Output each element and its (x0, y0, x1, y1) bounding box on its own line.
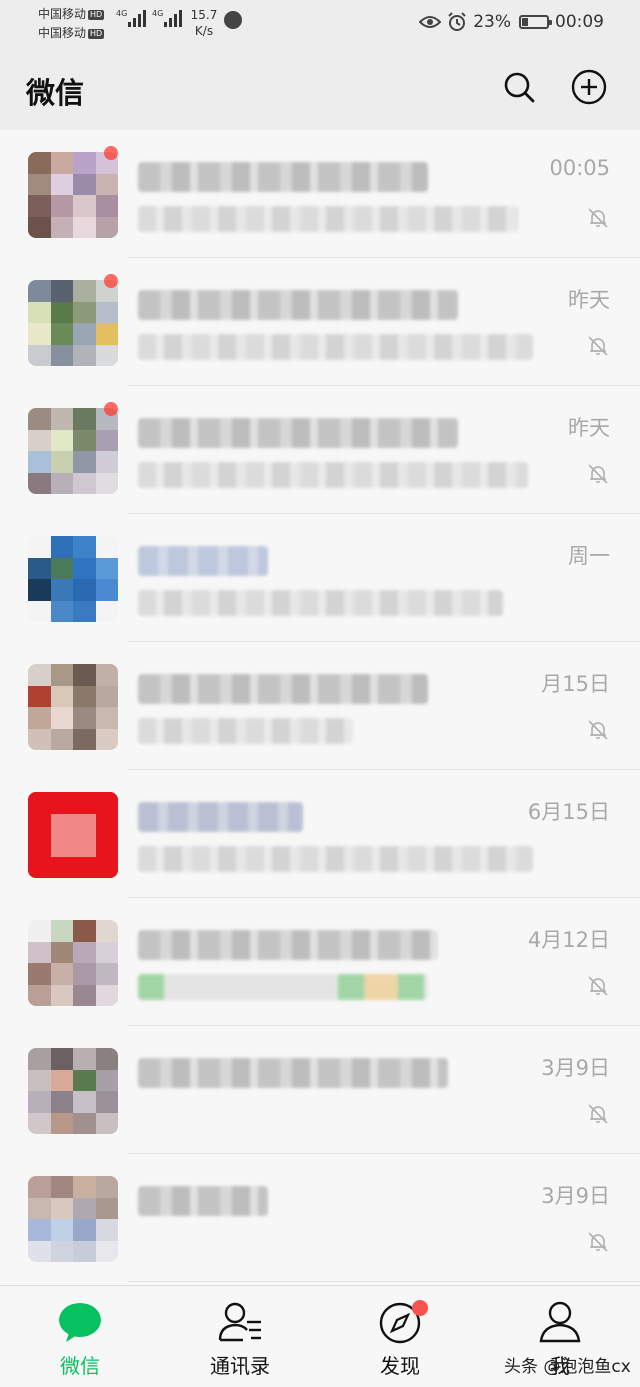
chat-list: 00:05 昨天 昨天 周一 月15日 6月15日 4月12日 3月9日 3月9… (0, 130, 640, 1285)
person-icon (539, 1301, 581, 1343)
chat-name-pixelated (138, 418, 458, 448)
mute-bell-icon (588, 208, 608, 228)
mute-bell-icon (588, 1104, 608, 1124)
chat-preview-pixelated (138, 206, 518, 232)
chat-name-pixelated (138, 802, 303, 832)
tab-label: 微信 (60, 1354, 100, 1378)
avatar (28, 1048, 118, 1134)
unread-dot (104, 146, 118, 160)
chat-name-pixelated (138, 674, 428, 704)
clock: 00:09 (555, 12, 604, 32)
chat-row[interactable]: 3月9日 (0, 1026, 640, 1154)
unread-dot (104, 274, 118, 288)
chat-row[interactable]: 月15日 (0, 642, 640, 770)
avatar (28, 920, 118, 1006)
plus-circle-icon (571, 69, 607, 105)
carrier-2: 中国移动 HD (38, 26, 105, 40)
contacts-icon (218, 1302, 261, 1342)
bottom-tab-bar: 微信 通讯录 发现 我 头条 @泡泡鱼cx (0, 1285, 640, 1387)
divider (128, 1281, 640, 1282)
chat-preview-pixelated (138, 846, 533, 872)
avatar (28, 408, 118, 494)
chat-name-pixelated (138, 162, 428, 192)
chat-name-pixelated (138, 930, 438, 960)
avatar (28, 536, 118, 622)
avatar (28, 792, 118, 878)
carrier-1: 中国移动 HD (38, 7, 105, 21)
add-button[interactable] (570, 68, 608, 106)
chat-time: 周一 (568, 544, 610, 568)
avatar (28, 152, 118, 238)
chat-bubble-icon (59, 1303, 101, 1342)
tab-chats[interactable]: 微信 (0, 1286, 160, 1387)
tab-discover[interactable]: 发现 (320, 1286, 480, 1387)
signal-icon: 4G (116, 10, 148, 27)
chat-row[interactable]: 4月12日 (0, 898, 640, 1026)
chat-name-pixelated (138, 290, 458, 320)
title-bar: 微信 (0, 48, 640, 130)
chat-preview-pixelated (138, 974, 428, 1000)
battery-icon (519, 15, 552, 29)
avatar (28, 664, 118, 750)
chat-row[interactable]: 昨天 (0, 258, 640, 386)
chat-preview-pixelated (138, 718, 353, 744)
tab-label: 通讯录 (210, 1354, 270, 1378)
chat-row[interactable]: 周一 (0, 514, 640, 642)
page-title: 微信 (26, 76, 85, 110)
avatar (28, 1176, 118, 1262)
status-bar: 中国移动 HD 中国移动 HD 4G 4G 15.7 K/s 23% 00:09 (0, 0, 640, 48)
battery-percent: 23% (473, 12, 511, 32)
mute-bell-icon (588, 1232, 608, 1252)
chat-name-pixelated (138, 546, 268, 576)
voice-wave-icon (224, 11, 242, 29)
chat-row[interactable]: 昨天 (0, 386, 640, 514)
chat-time: 6月15日 (527, 800, 610, 824)
chat-time: 3月9日 (541, 1184, 610, 1208)
chat-time: 00:05 (549, 156, 610, 180)
notification-dot (412, 1300, 428, 1316)
tab-contacts[interactable]: 通讯录 (160, 1286, 320, 1387)
chat-name-pixelated (138, 1186, 268, 1216)
carrier-info: 中国移动 HD 中国移动 HD (38, 5, 118, 43)
chat-row[interactable]: 3月9日 (0, 1154, 640, 1282)
unread-dot (104, 402, 118, 416)
search-button[interactable] (500, 68, 538, 106)
chat-time: 昨天 (568, 416, 610, 440)
chat-time: 4月12日 (527, 928, 610, 952)
signal-icon-2: 4G (152, 10, 184, 27)
avatar (28, 280, 118, 366)
mute-bell-icon (588, 464, 608, 484)
alarm-icon (448, 12, 466, 31)
chat-preview-pixelated (138, 590, 503, 616)
search-icon (504, 72, 535, 103)
mute-bell-icon (588, 336, 608, 356)
chat-preview-pixelated (138, 334, 533, 360)
chat-row[interactable]: 00:05 (0, 130, 640, 258)
tab-label: 发现 (380, 1354, 420, 1378)
chat-time: 月15日 (541, 672, 610, 696)
chat-name-pixelated (138, 1058, 448, 1088)
watermark-text: 头条 @泡泡鱼cx (504, 1357, 631, 1377)
chat-row[interactable]: 6月15日 (0, 770, 640, 898)
net-speed: 15.7 K/s (190, 8, 218, 38)
mute-bell-icon (588, 976, 608, 996)
chat-time: 3月9日 (541, 1056, 610, 1080)
eye-icon (419, 16, 442, 28)
chat-time: 昨天 (568, 288, 610, 312)
chat-preview-pixelated (138, 462, 528, 488)
status-right: 23% 00:09 (419, 10, 604, 34)
mute-bell-icon (588, 720, 608, 740)
